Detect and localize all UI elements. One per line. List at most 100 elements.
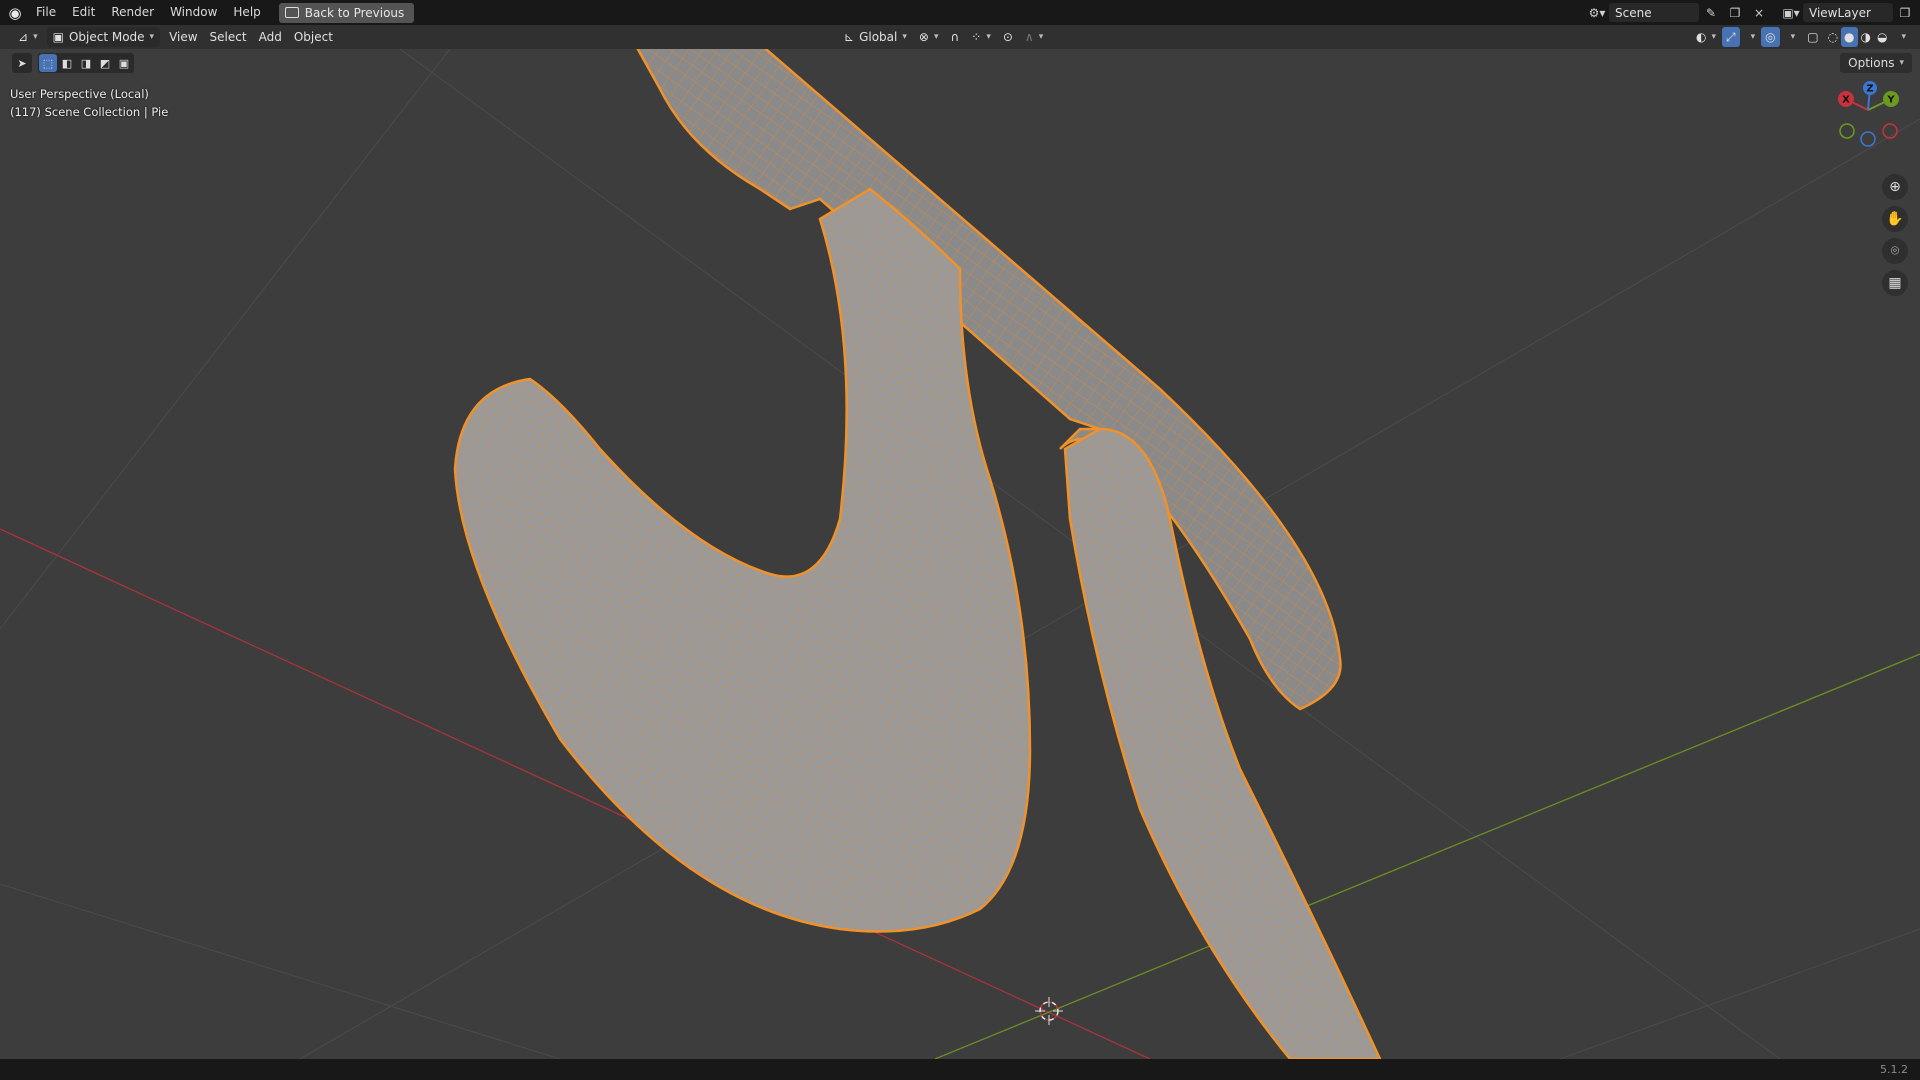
chevron-down-icon: ▾ [933, 32, 939, 42]
menu-help[interactable]: Help [225, 0, 268, 25]
menu-file[interactable]: File [28, 0, 64, 25]
proportional-icon: ⊙ [1002, 30, 1013, 44]
eye-icon: ◐ [1696, 30, 1707, 44]
shading-solid-button[interactable]: ● [1841, 27, 1858, 47]
orientation-dropdown[interactable]: ⊾ Global ▾ [838, 27, 913, 47]
chevron-down-icon: ▾ [986, 32, 991, 42]
chevron-down-icon: ▾ [1038, 32, 1044, 42]
mode-label: Object Mode [68, 30, 145, 44]
chevron-down-icon: ▾ [1750, 32, 1756, 42]
select-new-button[interactable]: ⬚ [39, 54, 57, 72]
new-scene-icon[interactable]: ❐ [1723, 3, 1747, 22]
tool-header: ➤ ⬚ ◧ ◨ ◩ ▣ [12, 53, 134, 73]
chevron-down-icon: ▾ [33, 32, 38, 42]
overlays-dropdown[interactable]: ▾ [1780, 27, 1802, 47]
material-sphere-icon: ◑ [1860, 30, 1871, 44]
select-tool-button[interactable]: ➤ [12, 53, 32, 73]
overlays-toggle[interactable]: ◎ [1761, 27, 1780, 47]
delete-scene-icon[interactable]: × [1747, 3, 1771, 22]
proportional-editing-toggle[interactable]: ⊙ [997, 27, 1019, 47]
navigation-tools: ⊕ ✋ ⌾ ▦ [1882, 174, 1908, 296]
new-viewlayer-icon[interactable]: ❐ [1893, 3, 1917, 22]
menu-select[interactable]: Select [204, 27, 253, 47]
3d-viewport[interactable]: X Y Z [0, 49, 1920, 1059]
gizmo-icon: ⤢ [1726, 29, 1736, 44]
gizmo-dropdown[interactable]: ▾ [1740, 27, 1762, 47]
options-label: Options [1848, 56, 1895, 70]
gizmo-toggle[interactable]: ⤢ [1722, 27, 1740, 47]
magnet-icon: ∩ [950, 30, 960, 44]
menu-view[interactable]: View [163, 27, 203, 47]
transform-controls: ⊾ Global ▾ ⊗ ▾ ∩ ⁘ ▾ ⊙ ∧ ▾ [838, 27, 1049, 47]
scene-browse-icon[interactable]: ⚙▾ [1585, 3, 1609, 22]
grid-perspective-icon: ▦ [1888, 275, 1902, 291]
viewlayer-browse-icon[interactable]: ▣▾ [1779, 3, 1803, 22]
snap-target-dropdown[interactable]: ⁘ ▾ [965, 27, 997, 47]
pivot-point-dropdown[interactable]: ⊗ ▾ [913, 27, 945, 47]
chevron-down-icon: ▾ [1711, 32, 1717, 42]
perspective-toggle-button[interactable]: ▦ [1882, 270, 1908, 296]
viewport-header: ⊿ ▾ ▣ Object Mode ▾ View Select Add Objec… [0, 25, 1920, 49]
solid-sphere-icon: ● [1844, 30, 1855, 44]
menu-render[interactable]: Render [103, 0, 162, 25]
snap-grid-icon: ⁘ [971, 30, 982, 44]
select-invert-button[interactable]: ◩ [96, 54, 114, 72]
rendered-sphere-icon: ◒ [1876, 30, 1888, 44]
chevron-down-icon: ▾ [1901, 32, 1906, 42]
chevron-down-icon: ▾ [149, 32, 155, 42]
pan-button[interactable]: ✋ [1882, 206, 1908, 232]
shading-wireframe-button[interactable]: ◌ [1825, 27, 1841, 47]
select-extend-icon: ◧ [61, 56, 73, 70]
menu-add[interactable]: Add [253, 27, 288, 47]
orientation-label: Global [859, 30, 898, 44]
blender-logo-icon[interactable]: ◉ [2, 0, 28, 25]
editor-type-icon: ⊿ [18, 30, 29, 44]
select-subtract-button[interactable]: ◨ [77, 54, 95, 72]
back-to-previous-label: Back to Previous [304, 5, 405, 20]
zoom-button[interactable]: ⊕ [1882, 174, 1908, 200]
overlays-icon: ◎ [1765, 30, 1776, 44]
scene-viewlayer-selectors: ⚙▾ Scene ✎ ❐ × ▣▾ ViewLayer ❐ × [1585, 3, 1920, 22]
version-label: 5.1.2 [1880, 1063, 1908, 1076]
gizmo-z-label: Z [1866, 84, 1873, 95]
menu-window[interactable]: Window [162, 0, 225, 25]
falloff-curve-icon: ∧ [1024, 30, 1034, 44]
wireframe-sphere-icon: ◌ [1827, 30, 1839, 44]
screen-icon [284, 7, 299, 18]
viewlayer-name-label: ViewLayer [1809, 5, 1871, 20]
xray-toggle[interactable]: ▢ [1801, 27, 1824, 47]
falloff-dropdown[interactable]: ∧ ▾ [1019, 27, 1049, 47]
options-dropdown[interactable]: Options ▾ [1840, 53, 1912, 73]
selection-mode-group: ⬚ ◧ ◨ ◩ ▣ [38, 53, 134, 73]
select-extend-button[interactable]: ◧ [58, 54, 76, 72]
scene-name-field[interactable]: Scene [1609, 3, 1699, 22]
shading-material-button[interactable]: ◑ [1858, 27, 1874, 47]
shading-dropdown[interactable]: ▾ [1890, 27, 1912, 47]
object-mode-icon: ▣ [52, 30, 64, 44]
select-intersect-button[interactable]: ▣ [115, 54, 133, 72]
magnifier-icon: ⊕ [1889, 179, 1901, 195]
editor-type-button[interactable]: ⊿ ▾ [12, 27, 44, 47]
mode-dropdown[interactable]: ▣ Object Mode ▾ [46, 27, 161, 47]
pivot-icon: ⊗ [918, 30, 929, 44]
status-bar: 5.1.2 [0, 1059, 1920, 1080]
pin-icon[interactable]: ✎ [1699, 3, 1723, 22]
select-subtract-icon: ◨ [80, 56, 92, 70]
collection-label: (117) Scene Collection | Pie [10, 105, 169, 119]
chevron-down-icon: ▾ [1790, 32, 1796, 42]
chevron-down-icon: ▾ [1899, 58, 1904, 68]
camera-view-button[interactable]: ⌾ [1882, 238, 1908, 264]
snap-toggle[interactable]: ∩ [944, 27, 965, 47]
menu-object[interactable]: Object [288, 27, 339, 47]
camera-icon: ⌾ [1890, 243, 1900, 259]
gizmo-y-label: Y [1886, 95, 1895, 106]
visibility-dropdown[interactable]: ◐ ▾ [1690, 27, 1722, 47]
perspective-label: User Perspective (Local) [10, 87, 149, 101]
back-to-previous-button[interactable]: Back to Previous [278, 2, 415, 23]
xray-icon: ▢ [1807, 30, 1819, 44]
shading-rendered-button[interactable]: ◒ [1874, 27, 1890, 47]
menu-edit[interactable]: Edit [64, 0, 103, 25]
select-intersect-icon: ▣ [118, 56, 130, 70]
viewlayer-name-field[interactable]: ViewLayer [1803, 3, 1893, 22]
viewport-display-controls: ◐ ▾ ⤢ ▾ ◎ ▾ ▢ ◌ ● ◑ ◒ ▾ [1690, 27, 1912, 47]
